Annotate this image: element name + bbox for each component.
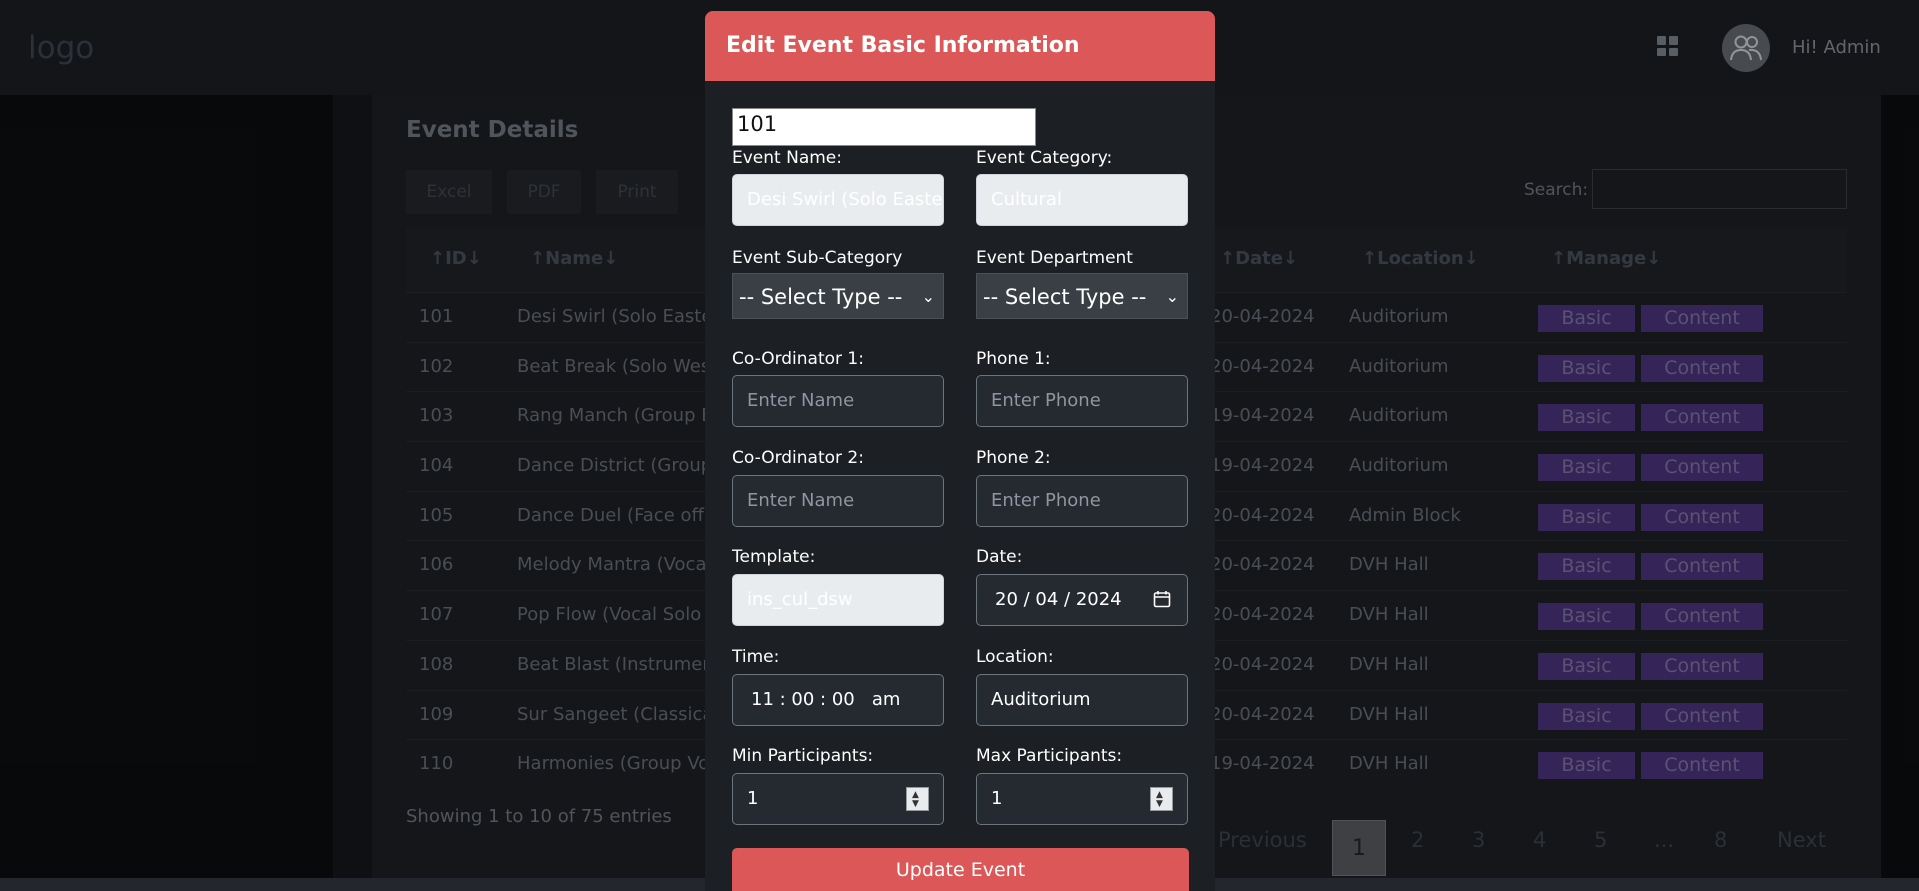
location-input[interactable]: Auditorium: [976, 674, 1188, 726]
number-spinner[interactable]: ▲ ▼: [906, 787, 929, 811]
department-select[interactable]: -- Select Type -- ⌄: [976, 273, 1188, 319]
template-label: Template:: [732, 547, 816, 567]
phone-2-input[interactable]: Enter Phone: [976, 475, 1188, 527]
event-category-label: Event Category:: [976, 148, 1113, 168]
location-label: Location:: [976, 647, 1054, 667]
event-category-field: Cultural: [976, 174, 1188, 226]
modal-header: Edit Event Basic Information: [705, 11, 1215, 81]
event-name-label: Event Name:: [732, 148, 842, 168]
phone-1-input[interactable]: Enter Phone: [976, 375, 1188, 427]
coordinator-1-input[interactable]: Enter Name: [732, 375, 944, 427]
edit-event-modal: Edit Event Basic Information 101 Event N…: [705, 11, 1215, 891]
template-field: ins_cul_dsw: [732, 574, 944, 626]
max-participants-input[interactable]: 1 ▲ ▼: [976, 773, 1188, 825]
event-id-input[interactable]: 101: [732, 108, 1036, 146]
coordinator-2-label: Co-Ordinator 2:: [732, 448, 864, 468]
phone-2-label: Phone 2:: [976, 448, 1051, 468]
department-label: Event Department: [976, 248, 1133, 268]
chevron-down-icon: ⌄: [1165, 287, 1179, 306]
coordinator-1-label: Co-Ordinator 1:: [732, 349, 864, 369]
calendar-icon[interactable]: [1153, 590, 1171, 608]
event-name-field: Desi Swirl (Solo Easte: [732, 174, 944, 226]
sub-category-label: Event Sub-Category: [732, 248, 903, 268]
min-participants-input[interactable]: 1 ▲ ▼: [732, 773, 944, 825]
coordinator-2-input[interactable]: Enter Name: [732, 475, 944, 527]
spin-down-icon: ▼: [912, 799, 919, 809]
max-participants-label: Max Participants:: [976, 746, 1123, 766]
phone-1-label: Phone 1:: [976, 349, 1051, 369]
time-input[interactable]: 11 : 00 : 00 am: [732, 674, 944, 726]
date-label: Date:: [976, 547, 1023, 567]
chevron-down-icon: ⌄: [921, 287, 935, 306]
date-input[interactable]: 20 / 04 / 2024: [976, 574, 1188, 626]
update-event-button[interactable]: Update Event: [732, 848, 1189, 891]
time-label: Time:: [732, 647, 780, 667]
min-participants-label: Min Participants:: [732, 746, 874, 766]
spin-down-icon: ▼: [1156, 799, 1163, 809]
sub-category-select[interactable]: -- Select Type -- ⌄: [732, 273, 944, 319]
number-spinner[interactable]: ▲ ▼: [1150, 787, 1173, 811]
modal-title: Edit Event Basic Information: [726, 33, 1080, 58]
